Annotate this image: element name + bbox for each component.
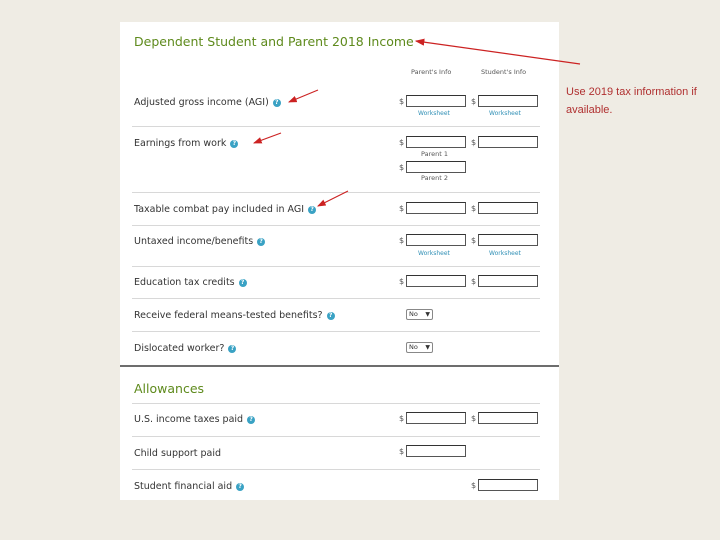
annotation-arrows xyxy=(252,38,581,207)
annotation-arrow-combat xyxy=(317,190,349,207)
annotation-arrow-earnings xyxy=(252,132,282,144)
annotation-arrow-agi xyxy=(287,89,319,103)
annotation-arrow-title xyxy=(414,38,581,65)
